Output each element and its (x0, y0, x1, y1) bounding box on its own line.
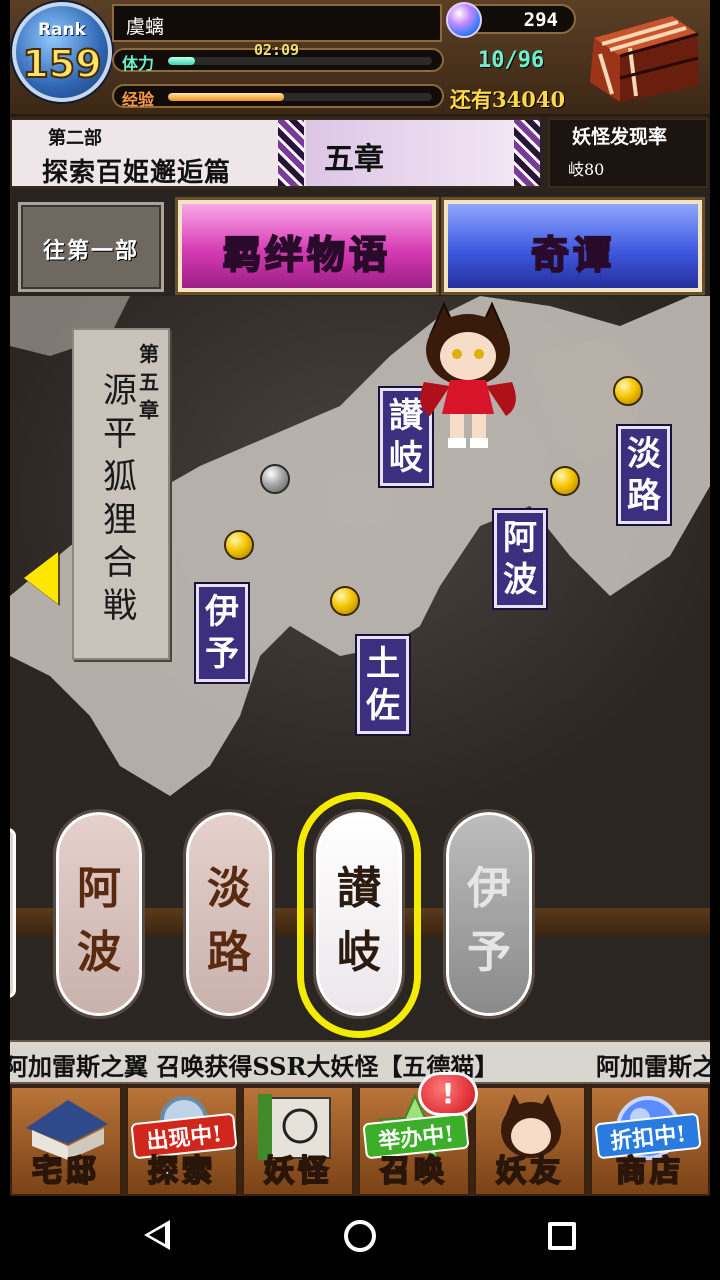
recent-apps-icon[interactable] (548, 1222, 576, 1250)
region-tag-tosa[interactable]: 土佐 (355, 634, 411, 736)
region-pill-partial[interactable] (10, 828, 16, 998)
rank-badge[interactable]: Rank 159 (12, 2, 112, 102)
ticker-text-repeat: 阿加雷斯之 (596, 1052, 710, 1081)
banner-divider (514, 120, 540, 186)
player-name: 虞螭 (126, 16, 165, 38)
treasure-chest-icon[interactable] (580, 8, 702, 104)
nav-yokai-label: 妖怪 (263, 1153, 332, 1190)
chapter-banner: 第二部 探索百姫邂逅篇 五章 (10, 118, 540, 188)
bottom-navigation: 宅邸 出现中! 探索 妖怪 举办中! 召唤 妖友 折扣中! 商店 (10, 1086, 710, 1196)
system-navigation-bar (0, 1196, 720, 1280)
exp-label: 经验 (122, 90, 155, 109)
exp-fill (168, 93, 285, 101)
strange-tale-label: 奇谭 (530, 231, 615, 278)
arrow-left-icon[interactable] (24, 552, 58, 604)
map-marker-icon[interactable] (260, 464, 290, 494)
gem-count: 294 (523, 9, 558, 31)
nav-explore-label: 探索 (147, 1153, 216, 1190)
region-tag-awa[interactable]: 阿波 (492, 508, 548, 610)
exp-track (168, 93, 432, 101)
nav-shop[interactable]: 折扣中! 商店 (590, 1086, 710, 1196)
news-ticker[interactable]: 阿加雷斯之翼 召唤获得SSR大妖怪【五德猫】 阿加雷斯之 (10, 1040, 710, 1084)
discovery-rate-box: 妖怪发现率 岐80 (548, 118, 708, 188)
nav-mansion[interactable]: 宅邸 (10, 1086, 122, 1196)
chapter-name: 五章 (324, 142, 384, 177)
summon-alert-badge: ! (418, 1072, 478, 1116)
map-marker-icon[interactable] (330, 586, 360, 616)
stamina-label: 体力 (122, 54, 155, 73)
gem-icon (446, 2, 482, 38)
exp-bar: 经验 (112, 84, 444, 109)
stamina-fill (168, 57, 196, 65)
region-pill-awa[interactable]: 阿波 (53, 809, 145, 1019)
bond-story-button[interactable]: 羁绊物语 (175, 197, 439, 295)
game-screen: Rank 159 虞螭 体力 02:09 经验 294 10/96 还有3404… (10, 0, 710, 1196)
rank-label: Rank (38, 20, 86, 40)
selection-ring (297, 792, 421, 1038)
region-tag-awaji[interactable]: 淡路 (616, 424, 672, 526)
map-marker-icon[interactable] (550, 466, 580, 496)
part-label: 第二部 (48, 128, 102, 149)
go-to-part1-label: 往第一部 (42, 238, 139, 264)
fox-girl-avatar[interactable] (410, 296, 526, 452)
bond-story-label: 羁绊物语 (222, 231, 391, 278)
stamina-timer: 02:09 (254, 41, 300, 59)
map-marker-icon[interactable] (613, 376, 643, 406)
discovery-rate-title: 妖怪发现率 (572, 126, 668, 148)
chapter-title-scroll: 第五章 源平狐狸合戦 (72, 328, 170, 660)
rank-value: 159 (21, 41, 102, 87)
nav-explore[interactable]: 出现中! 探索 (126, 1086, 238, 1196)
nav-mansion-label: 宅邸 (31, 1153, 100, 1190)
strange-tale-button[interactable]: 奇谭 (441, 197, 705, 295)
banner-divider (278, 120, 304, 186)
player-name-box: 虞螭 (112, 4, 442, 42)
home-icon[interactable] (344, 1220, 376, 1252)
player-status-header: Rank 159 虞螭 体力 02:09 经验 294 10/96 还有3404… (10, 0, 710, 116)
discovery-rate-value: 岐80 (568, 160, 605, 179)
gem-counter[interactable]: 294 (446, 2, 576, 38)
region-map: 第五章 源平狐狸合戦 讃岐 淡路 阿波 伊予 土佐 (10, 296, 710, 806)
exp-remaining: 还有34040 (450, 87, 566, 112)
nav-friends-label: 妖友 (495, 1153, 564, 1190)
stamina-track (168, 57, 432, 65)
region-pill-iyo[interactable]: 伊予 (443, 809, 535, 1019)
region-tag-iyo[interactable]: 伊予 (194, 582, 250, 684)
nav-shop-label: 商店 (615, 1153, 684, 1190)
nav-summon-label: 召唤 (379, 1153, 448, 1190)
go-to-part1-button[interactable]: 往第一部 (18, 202, 164, 292)
chapter-sub-label: 第五章 (139, 342, 159, 422)
nav-yokai[interactable]: 妖怪 (242, 1086, 354, 1196)
stamina-bar: 体力 02:09 (112, 41, 444, 73)
map-marker-icon[interactable] (224, 530, 254, 560)
nav-friends[interactable]: 妖友 (474, 1086, 586, 1196)
chapter-title: 源平狐狸合戦 (103, 371, 137, 626)
back-icon-inner (149, 1226, 165, 1244)
region-pill-awaji[interactable]: 淡路 (183, 809, 275, 1019)
part-title: 探索百姫邂逅篇 (42, 158, 232, 188)
stamina-value: 10/96 (478, 48, 545, 73)
chapter-box: 五章 (306, 120, 518, 186)
region-selector: 阿波 淡路 讃岐 伊予 (10, 792, 710, 1038)
